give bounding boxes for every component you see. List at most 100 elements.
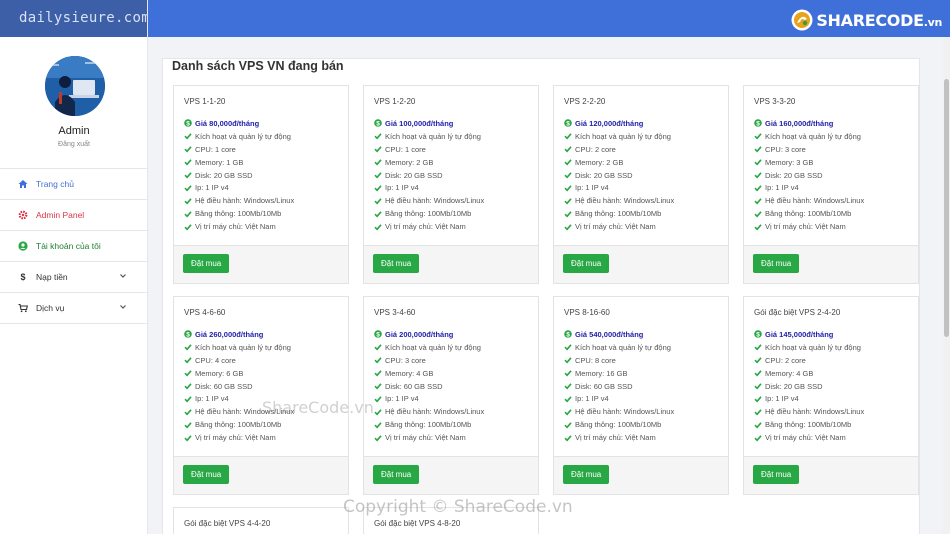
vps-feature: Kích hoạt và quản lý tự động <box>754 130 864 143</box>
vps-feature: Hệ điều hành: Windows/Linux <box>184 194 294 207</box>
vps-feature: Kích hoạt và quản lý tự động <box>374 341 484 354</box>
vps-card: VPS 1-1-20 $ Giá 80,000đ/tháng Kích hoạt và… <box>173 85 349 284</box>
vps-card: VPS 3-4-60 $ Giá 200,000đ/tháng Kích hoạt v… <box>363 296 539 495</box>
money-icon: $ <box>564 119 572 127</box>
vps-feature: Ip: 1 IP v4 <box>184 392 294 405</box>
vps-feature: Băng thông: 100Mb/10Mb <box>374 418 484 431</box>
vps-feature: Hệ điều hành: Windows/Linux <box>564 405 674 418</box>
vps-feature: Disk: 60 GB SSD <box>184 380 294 393</box>
page-title: Danh sách VPS VN đang bán <box>172 59 344 73</box>
sidebar-item-deposit[interactable]: $ Nạp tiền <box>0 262 147 293</box>
vps-price: $ Giá 80,000đ/tháng <box>184 117 294 130</box>
sidebar-item-services[interactable]: Dịch vụ <box>0 293 147 324</box>
check-icon <box>184 395 192 403</box>
check-icon <box>184 421 192 429</box>
check-icon <box>564 408 572 416</box>
logout-link[interactable]: Đăng xuất <box>0 141 148 148</box>
vps-card: VPS 4-6-60 $ Giá 260,000đ/tháng Kích hoạt v… <box>173 296 349 495</box>
vps-card-name: VPS 1-1-20 <box>184 97 226 106</box>
sidebar-item-label: Trang chủ <box>36 179 74 189</box>
check-icon <box>754 369 762 377</box>
user-icon <box>18 241 28 251</box>
vps-feature-list: $ Giá 120,000đ/tháng Kích hoạt và quản lý … <box>564 117 674 233</box>
cart-icon <box>18 303 28 313</box>
check-icon <box>754 158 762 166</box>
check-icon <box>754 421 762 429</box>
vps-card-footer: Đặt mua <box>364 245 538 283</box>
sidebar-item-admin-panel[interactable]: Admin Panel <box>0 200 147 231</box>
svg-text:$: $ <box>186 332 190 339</box>
vps-feature: CPU: 2 core <box>564 143 674 156</box>
buy-button[interactable]: Đặt mua <box>563 254 610 273</box>
vps-feature: Hệ điều hành: Windows/Linux <box>754 405 864 418</box>
vps-card: VPS 2-2-20 $ Giá 120,000đ/tháng Kích hoạt v… <box>553 85 729 284</box>
vps-feature-list: $ Giá 145,000đ/tháng Kích hoạt và quản lý … <box>754 328 864 444</box>
check-icon <box>374 421 382 429</box>
vps-feature: Disk: 20 GB SSD <box>374 169 484 182</box>
buy-button[interactable]: Đặt mua <box>183 254 230 273</box>
page-scrollbar[interactable] <box>943 37 950 534</box>
check-icon <box>374 171 382 179</box>
sidebar-item-home[interactable]: Trang chủ <box>0 169 147 200</box>
vps-feature-list: $ Giá 260,000đ/tháng Kích hoạt và quản lý … <box>184 328 294 444</box>
vps-feature: Disk: 20 GB SSD <box>754 380 864 393</box>
vps-feature: Ip: 1 IP v4 <box>754 181 864 194</box>
check-icon <box>374 356 382 364</box>
buy-button[interactable]: Đặt mua <box>753 465 800 484</box>
vps-card-footer: Đặt mua <box>554 245 728 283</box>
check-icon <box>564 434 572 442</box>
vps-feature: Hệ điều hành: Windows/Linux <box>564 194 674 207</box>
chevron-down-icon <box>119 303 127 313</box>
vps-card-name: Gói đặc biệt VPS 2-4-20 <box>754 308 841 317</box>
vps-feature: Vị trí máy chủ: Việt Nam <box>754 431 864 444</box>
vps-feature: Memory: 2 GB <box>374 156 484 169</box>
vps-feature: Băng thông: 100Mb/10Mb <box>374 207 484 220</box>
sidebar-item-label: Admin Panel <box>36 210 85 220</box>
vps-feature: Hệ điều hành: Windows/Linux <box>374 194 484 207</box>
check-icon <box>754 408 762 416</box>
vps-feature: Memory: 1 GB <box>184 156 294 169</box>
vps-feature: Ip: 1 IP v4 <box>374 392 484 405</box>
sidebar-item-label: Nạp tiền <box>36 272 68 282</box>
check-icon <box>374 158 382 166</box>
avatar <box>45 56 105 116</box>
vps-feature: CPU: 3 core <box>754 143 864 156</box>
vps-feature: Hệ điều hành: Windows/Linux <box>184 405 294 418</box>
vps-feature: Vị trí máy chủ: Việt Nam <box>754 220 864 233</box>
profile-section: Admin Đăng xuất <box>0 37 147 169</box>
brand-logo[interactable]: dailysieure.com <box>0 0 150 37</box>
check-icon <box>184 223 192 231</box>
buy-button[interactable]: Đặt mua <box>753 254 800 273</box>
check-icon <box>184 145 192 153</box>
buy-button[interactable]: Đặt mua <box>563 465 610 484</box>
vps-feature: Memory: 2 GB <box>564 156 674 169</box>
money-icon: $ <box>754 119 762 127</box>
check-icon <box>374 343 382 351</box>
vps-feature: Memory: 4 GB <box>754 367 864 380</box>
scrollbar-thumb[interactable] <box>944 79 949 337</box>
vps-feature: Kích hoạt và quản lý tự động <box>184 130 294 143</box>
check-icon <box>184 369 192 377</box>
check-icon <box>754 184 762 192</box>
check-icon <box>754 210 762 218</box>
buy-button[interactable]: Đặt mua <box>183 465 230 484</box>
check-icon <box>754 132 762 140</box>
vps-list-panel: Danh sách VPS VN đang bán VPS 1-1-20 $ Giá… <box>162 58 920 534</box>
vps-feature-list: $ Giá 160,000đ/tháng Kích hoạt và quản lý … <box>754 117 864 233</box>
money-icon: $ <box>754 330 762 338</box>
vps-card-name: VPS 2-2-20 <box>564 97 606 106</box>
check-icon <box>564 395 572 403</box>
vps-feature: Disk: 20 GB SSD <box>754 169 864 182</box>
buy-button[interactable]: Đặt mua <box>373 465 420 484</box>
gear-icon <box>18 210 28 220</box>
check-icon <box>184 434 192 442</box>
profile-name: Admin <box>58 125 90 137</box>
check-icon <box>564 210 572 218</box>
sidebar-item-my-account[interactable]: Tài khoản của tôi <box>0 231 147 262</box>
vps-card: VPS 8-16-60 $ Giá 540,000đ/tháng Kích hoạt … <box>553 296 729 495</box>
check-icon <box>754 223 762 231</box>
buy-button[interactable]: Đặt mua <box>373 254 420 273</box>
home-icon <box>18 179 28 189</box>
money-icon: $ <box>564 330 572 338</box>
vps-card-name: VPS 1-2-20 <box>374 97 416 106</box>
